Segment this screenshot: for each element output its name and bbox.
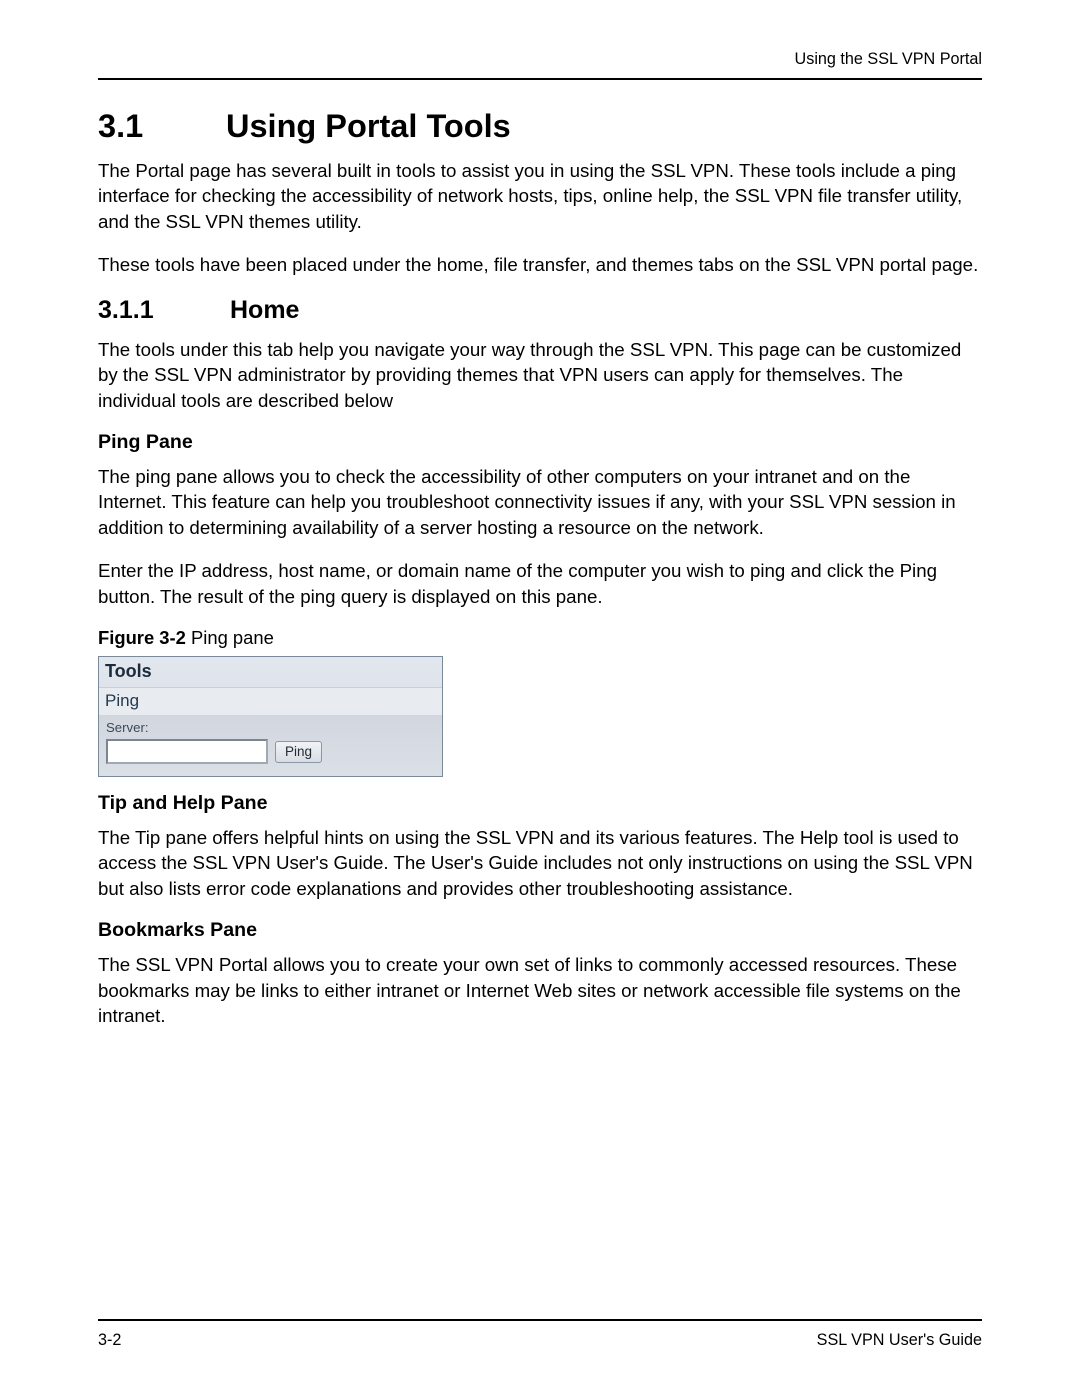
figure-caption-text: Ping pane [186,627,274,648]
bookmarks-pane-heading: Bookmarks Pane [98,919,982,942]
section-title: Using Portal Tools [226,108,511,144]
figure-caption-label: Figure 3-2 [98,627,186,648]
footer-rule [98,1319,982,1321]
ping-paragraph-2: Enter the IP address, host name, or doma… [98,558,982,609]
footer-doc-title: SSL VPN User's Guide [817,1331,982,1350]
ping-pane-heading: Ping Pane [98,431,982,454]
subsection-number: 3.1.1 [98,296,230,325]
intro-paragraph-2: These tools have been placed under the h… [98,252,982,277]
section-heading-3-1: 3.1Using Portal Tools [98,108,982,145]
intro-paragraph-1: The Portal page has several built in too… [98,158,982,234]
bookmarks-paragraph: The SSL VPN Portal allows you to create … [98,952,982,1028]
page-number: 3-2 [98,1331,121,1350]
header-rule [98,78,982,80]
ping-pane-figure: Tools Ping Server: Ping [98,656,443,777]
tools-pane-title: Tools [99,657,442,688]
section-number: 3.1 [98,108,226,145]
server-input[interactable] [106,739,268,764]
running-header: Using the SSL VPN Portal [98,50,982,69]
server-field-label: Server: [106,720,435,735]
home-paragraph: The tools under this tab help you naviga… [98,337,982,413]
ping-button[interactable]: Ping [275,741,322,763]
figure-caption: Figure 3-2 Ping pane [98,627,982,649]
page-footer: 3-2 SSL VPN User's Guide [98,1319,982,1350]
ping-pane-body: Server: Ping [99,716,442,776]
ping-input-row: Ping [106,739,435,764]
ping-paragraph-1: The ping pane allows you to check the ac… [98,464,982,540]
ping-pane-subtitle: Ping [99,688,442,716]
tip-help-paragraph: The Tip pane offers helpful hints on usi… [98,825,982,901]
subsection-title: Home [230,296,299,324]
subsection-heading-3-1-1: 3.1.1Home [98,296,982,325]
tip-help-pane-heading: Tip and Help Pane [98,792,982,815]
